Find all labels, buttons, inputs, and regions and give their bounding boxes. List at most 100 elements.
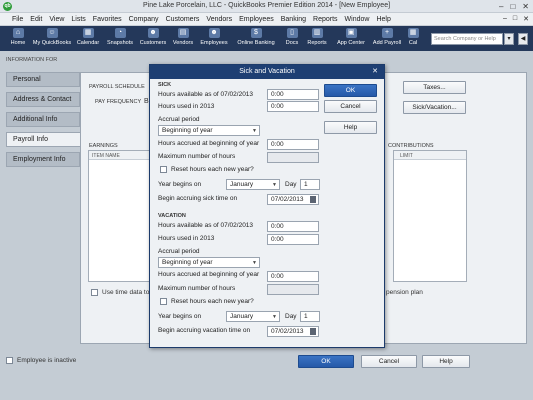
ok-button[interactable]: OK [298,355,354,368]
calendar-icon: ▦ [82,28,94,38]
menu-favorites[interactable]: Favorites [93,16,122,23]
taxes-button[interactable]: Taxes... [403,81,466,94]
vacation-hours-accrued-input[interactable]: 0:00 [267,271,319,282]
sick-max-hours-input[interactable] [267,152,319,163]
customers-icon: ☻ [147,28,159,38]
window-controls: – □ ✕ [499,2,529,11]
menu-customers[interactable]: Customers [166,16,200,23]
toolbar-home[interactable]: ⌂ Home [8,28,28,46]
tab-employment-info[interactable]: Employment Info [6,152,80,167]
menu-edit[interactable]: Edit [30,16,42,23]
earnings-label: EARNINGS [89,143,118,149]
sick-year-begins-month-select[interactable]: January ▼ [226,179,280,190]
sick-hours-available-input[interactable]: 0:00 [267,89,319,100]
sick-accrual-period-select[interactable]: Beginning of year ▼ [158,125,260,136]
vacation-accrual-period-label: Accrual period [158,248,200,255]
menu-view[interactable]: View [49,16,64,23]
sick-hours-used-input[interactable]: 0:00 [267,101,319,112]
sick-hours-accrued-input[interactable]: 0:00 [267,139,319,150]
menu-help[interactable]: Help [376,16,390,23]
vacation-reset-label: Reset hours each new year? [171,298,254,305]
employee-inactive-checkbox[interactable] [6,357,13,364]
help-button[interactable]: Help [422,355,470,368]
close-button[interactable]: ✕ [522,2,529,11]
vacation-hours-available-input[interactable]: 0:00 [267,221,319,232]
cancel-button[interactable]: Cancel [361,355,417,368]
doc-minimize-button[interactable]: – [503,15,507,23]
toolbar-collapse-button[interactable]: ◀ [518,33,528,45]
vacation-hours-available-label: Hours available as of 07/02/2013 [158,222,254,229]
menu-window[interactable]: Window [345,16,370,23]
cal-icon: ▦ [407,28,419,38]
dialog-title: Sick and Vacation [150,65,384,79]
sick-day-input[interactable]: 1 [300,179,320,190]
limit-header: LIMIT [394,151,466,160]
toolbar-reports[interactable]: ▥ Reports [304,28,330,46]
toolbar-cal[interactable]: ▦ Cal [406,28,420,46]
toolbar-docs[interactable]: ▯ Docs [282,28,302,46]
toolbar-customers[interactable]: ☻ Customers [138,28,168,46]
chevron-down-icon: ▼ [272,182,277,188]
dialog-cancel-button[interactable]: Cancel [324,100,377,113]
menu-reports[interactable]: Reports [313,16,338,23]
pay-frequency-label: PAY FREQUENCY [95,99,142,105]
sick-vacation-button[interactable]: Sick/Vacation... [403,101,466,114]
dialog-ok-button[interactable]: OK [324,84,377,97]
toolbar-snapshots[interactable]: ◔ Snapshots [106,28,134,46]
app-center-icon: ▣ [345,28,357,38]
vacation-reset-checkbox[interactable] [160,298,167,305]
toolbar-vendors[interactable]: ▤ Vendors [170,28,196,46]
vacation-hours-used-input[interactable]: 0:00 [267,234,319,245]
maximize-button[interactable]: □ [510,2,515,11]
sick-reset-checkbox[interactable] [160,166,167,173]
vendors-icon: ▤ [177,28,189,38]
employee-inactive-label: Employee is inactive [17,357,77,364]
vacation-day-input[interactable]: 1 [300,311,320,322]
menu-file[interactable]: File [12,16,23,23]
tab-payroll-info[interactable]: Payroll Info [6,132,80,147]
vacation-begin-accruing-label: Begin accruing vacation time on [158,327,251,334]
toolbar-calendar[interactable]: ▦ Calendar [76,28,100,46]
sick-section-label: SICK [158,82,172,88]
vacation-begin-accruing-date[interactable]: 07/02/2013 [267,326,319,337]
sick-begin-accruing-date[interactable]: 07/02/2013 [267,194,319,205]
contributions-table[interactable]: LIMIT [393,150,467,282]
toolbar-my-quickbooks[interactable]: ☺ My QuickBooks [30,28,74,46]
tab-additional-info[interactable]: Additional Info [6,112,80,127]
menu-banking[interactable]: Banking [281,16,306,23]
tab-address-contact[interactable]: Address & Contact [6,92,80,107]
calendar-icon[interactable] [310,196,316,203]
search-input[interactable]: Search Company or Help [431,33,503,45]
minimize-button[interactable]: – [499,2,503,11]
toolbar-add-payroll[interactable]: + Add Payroll [370,28,404,46]
pay-frequency-value: B [144,98,149,105]
menu-company[interactable]: Company [129,16,159,23]
doc-restore-button[interactable]: □ [513,15,517,23]
vacation-max-hours-label: Maximum number of hours [158,285,236,292]
vacation-max-hours-input[interactable] [267,284,319,295]
menu-lists[interactable]: Lists [71,16,85,23]
menu-bar: File Edit View Lists Favorites Company C… [0,13,533,26]
menu-vendors[interactable]: Vendors [206,16,232,23]
document-window-controls: – □ ✕ [503,15,529,23]
chevron-down-icon: ▼ [272,314,277,320]
payroll-schedule-label: PAYROLL SCHEDULE [89,84,145,90]
sick-hours-used-label: Hours used in 2013 [158,103,215,110]
search-dropdown-button[interactable]: ▾ [504,33,514,45]
vacation-year-begins-month-select[interactable]: January ▼ [226,311,280,322]
menu-employees[interactable]: Employees [239,16,274,23]
doc-close-button[interactable]: ✕ [523,15,529,23]
vacation-hours-accrued-label: Hours accrued at beginning of year [158,271,260,278]
dialog-close-icon[interactable]: ✕ [372,68,378,76]
toolbar-app-center[interactable]: ▣ App Center [334,28,368,46]
toolbar-employees[interactable]: ☻ Employees [198,28,230,46]
calendar-icon[interactable] [310,328,316,335]
dialog-help-button[interactable]: Help [324,121,377,134]
vacation-section-label: VACATION [158,213,186,219]
toolbar-online-banking[interactable]: $ Online Banking [234,28,278,46]
vacation-accrual-period-select[interactable]: Beginning of year ▼ [158,257,260,268]
earnings-table[interactable]: ITEM NAME [88,150,156,282]
tab-personal[interactable]: Personal [6,72,80,87]
sick-vacation-dialog: Sick and Vacation ✕ SICK Hours available… [149,64,385,348]
use-time-data-checkbox[interactable] [91,289,98,296]
